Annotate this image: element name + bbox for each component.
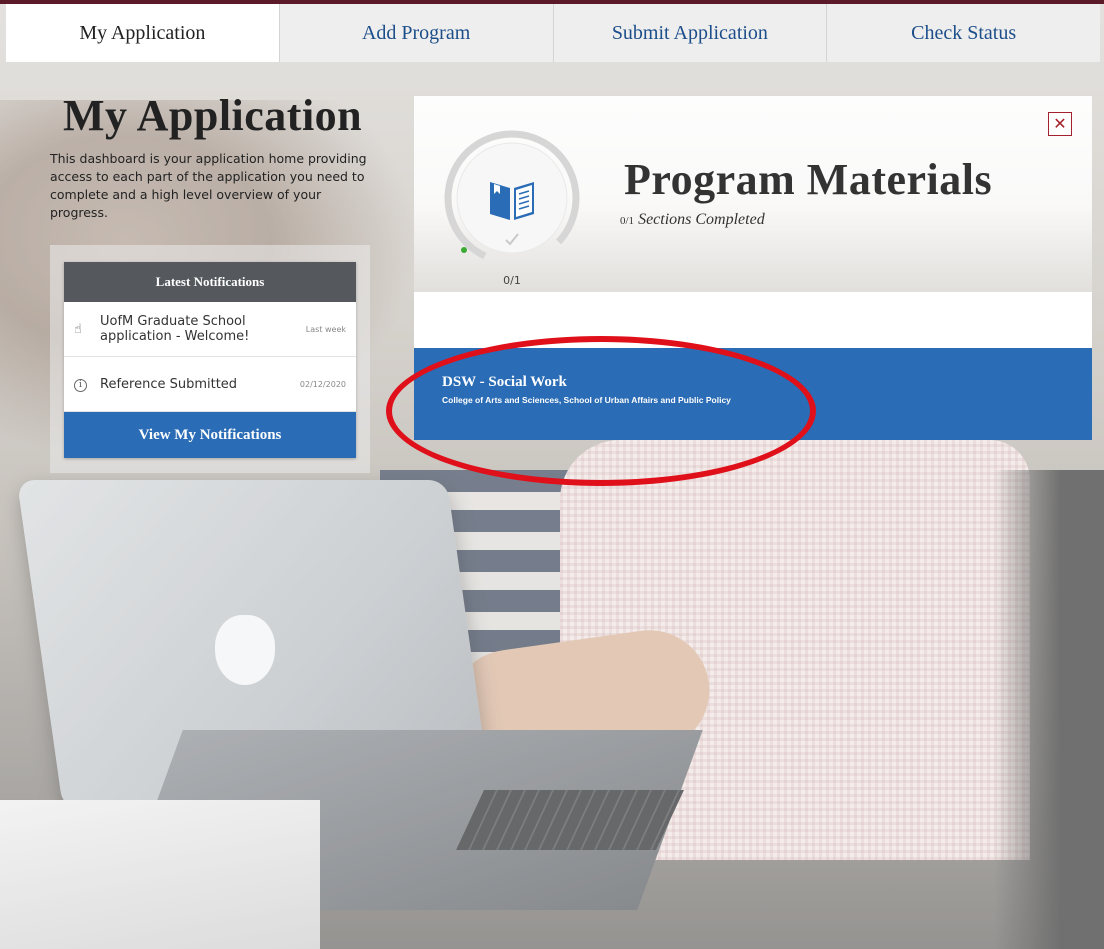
notification-item[interactable]: ☝ UofM Graduate School application - Wel… [64,302,356,357]
notifications-card: Latest Notifications ☝ UofM Graduate Sch… [64,262,356,458]
sections-completed-label: Sections Completed [638,211,765,228]
view-notifications-button[interactable]: View My Notifications [64,412,356,458]
progress-ring-graphic [444,130,580,266]
tab-submit-application[interactable]: Submit Application [552,4,827,62]
page-title: My Application [63,91,363,140]
annotation-highlight-oval [386,336,816,486]
progress-count: 0/1 [503,274,521,287]
main-tabs: My Application Add Program Submit Applic… [6,4,1100,62]
page-description: This dashboard is your application home … [50,151,367,220]
notification-time: Last week [305,324,346,334]
sections-fraction: 0/1 [620,215,635,227]
notification-item[interactable]: i Reference Submitted 02/12/2020 [64,357,356,412]
tab-check-status[interactable]: Check Status [826,4,1100,62]
panel-title: Program Materials [624,155,993,204]
notification-text: Reference Submitted [100,376,238,392]
hand-wave-icon: ☝ [74,321,82,337]
progress-ring: 0/1 [442,128,582,287]
notification-text: UofM Graduate School application - Welco… [100,314,250,344]
sections-completed: 0/1 Sections Completed [620,211,765,229]
notifications-header: Latest Notifications [64,262,356,302]
panel-spacer [414,292,1092,348]
notification-time: 02/12/2020 [299,379,346,389]
close-icon: ✕ [1053,114,1067,133]
close-button[interactable]: ✕ [1048,112,1072,136]
info-icon: i [74,376,100,392]
tab-add-program[interactable]: Add Program [278,4,553,62]
tab-my-application[interactable]: My Application [6,4,279,62]
